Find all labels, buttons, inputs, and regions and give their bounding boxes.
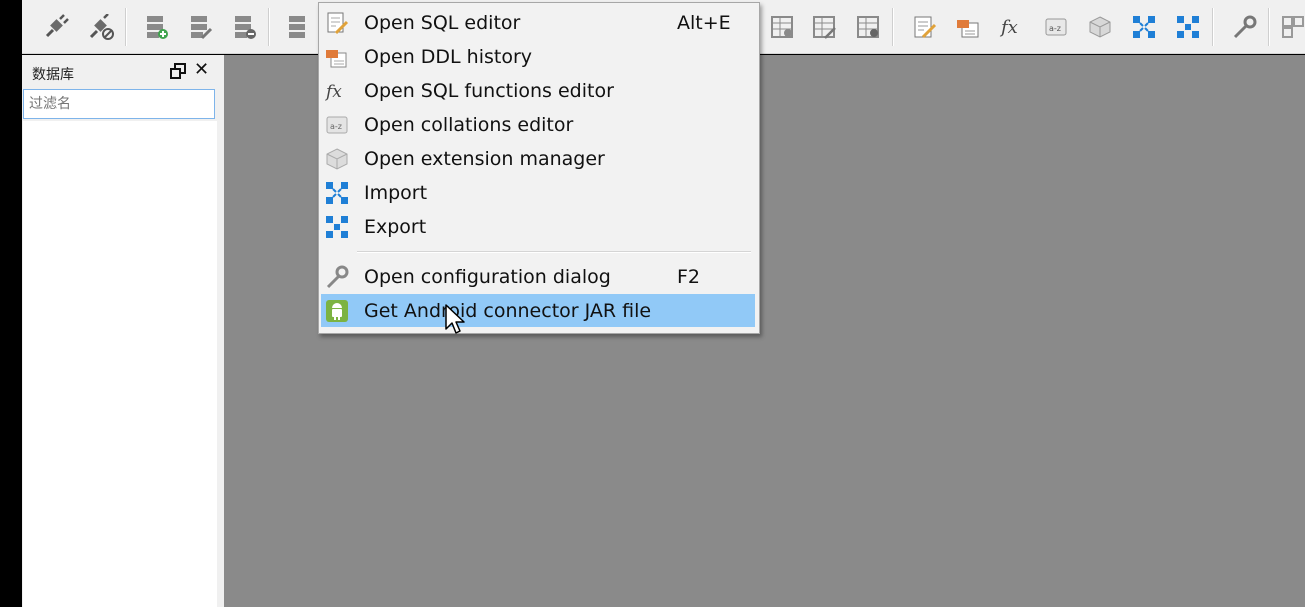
menu-item-shortcut: Alt+E (677, 12, 731, 34)
menu-item-open-sql-functions-editor[interactable]: fx Open SQL functions editor (321, 74, 755, 107)
menu-item-open-ddl-history[interactable]: Open DDL history (321, 40, 755, 73)
svg-text:fx: fx (999, 17, 1018, 38)
ddl-history-icon[interactable] (954, 13, 982, 41)
configuration-icon[interactable] (1230, 13, 1258, 41)
close-icon[interactable]: ✕ (194, 61, 209, 79)
menu-item-label: Import (364, 182, 428, 204)
menu-item-open-extension-manager[interactable]: Open extension manager (321, 142, 755, 175)
tools-menu: Open SQL editor Alt+E Open DDL history f… (318, 2, 760, 334)
extension-manager-icon (325, 147, 349, 171)
menu-item-export[interactable]: Export (321, 210, 755, 243)
delete-table-icon[interactable] (854, 13, 882, 41)
connect-icon[interactable] (42, 13, 70, 41)
menu-item-open-collations-editor[interactable]: a-z Open collations editor (321, 108, 755, 141)
sql-editor-icon[interactable] (910, 13, 938, 41)
menu-item-open-configuration-dialog[interactable]: Open configuration dialog F2 (321, 260, 755, 293)
sql-editor-icon (325, 11, 349, 35)
svg-text:a-z: a-z (1049, 24, 1061, 33)
float-icon[interactable] (170, 63, 186, 79)
menu-item-label: Open SQL editor (364, 12, 521, 34)
menu-item-open-sql-editor[interactable]: Open SQL editor Alt+E (321, 6, 755, 39)
configuration-icon (325, 265, 349, 289)
menu-item-shortcut: F2 (677, 266, 701, 288)
import-icon[interactable] (1130, 13, 1158, 41)
dock-title: 数据库 (32, 67, 74, 83)
sql-functions-icon[interactable]: fx (998, 13, 1026, 41)
database-tree[interactable] (23, 121, 217, 607)
add-table-icon[interactable] (768, 13, 796, 41)
menu-item-get-android-connector[interactable]: Get Android connector JAR file (321, 294, 755, 327)
svg-text:fx: fx (325, 82, 342, 102)
menu-item-import[interactable]: Import (321, 176, 755, 209)
menu-item-label: Export (364, 216, 427, 238)
menu-item-label: Open collations editor (364, 114, 574, 136)
import-icon (325, 181, 349, 205)
extension-manager-icon[interactable] (1086, 13, 1114, 41)
remove-database-icon[interactable] (230, 13, 258, 41)
sql-functions-icon: fx (325, 79, 349, 103)
menu-separator (357, 251, 751, 253)
svg-text:a-z: a-z (330, 122, 342, 131)
refresh-database-icon[interactable] (284, 13, 312, 41)
window-layout-icon[interactable] (1280, 13, 1305, 41)
ddl-history-icon (325, 45, 349, 69)
add-database-icon[interactable] (142, 13, 170, 41)
database-dock: 数据库 ✕ (22, 55, 224, 607)
collations-icon[interactable]: a-z (1042, 13, 1070, 41)
export-icon (325, 215, 349, 239)
menu-item-label: Open SQL functions editor (364, 80, 614, 102)
menu-item-label: Open configuration dialog (364, 266, 611, 288)
menu-item-label: Get Android connector JAR file (364, 300, 652, 322)
edit-table-icon[interactable] (810, 13, 838, 41)
android-icon (325, 299, 349, 323)
disconnect-icon[interactable] (87, 13, 115, 41)
dock-title-bar: 数据库 ✕ (22, 55, 218, 87)
menu-item-label: Open extension manager (364, 148, 605, 170)
export-icon[interactable] (1174, 13, 1202, 41)
filter-input[interactable] (23, 89, 215, 119)
collations-icon: a-z (325, 113, 349, 137)
edit-database-icon[interactable] (186, 13, 214, 41)
menu-item-label: Open DDL history (364, 46, 533, 68)
mouse-cursor-icon (444, 303, 466, 339)
